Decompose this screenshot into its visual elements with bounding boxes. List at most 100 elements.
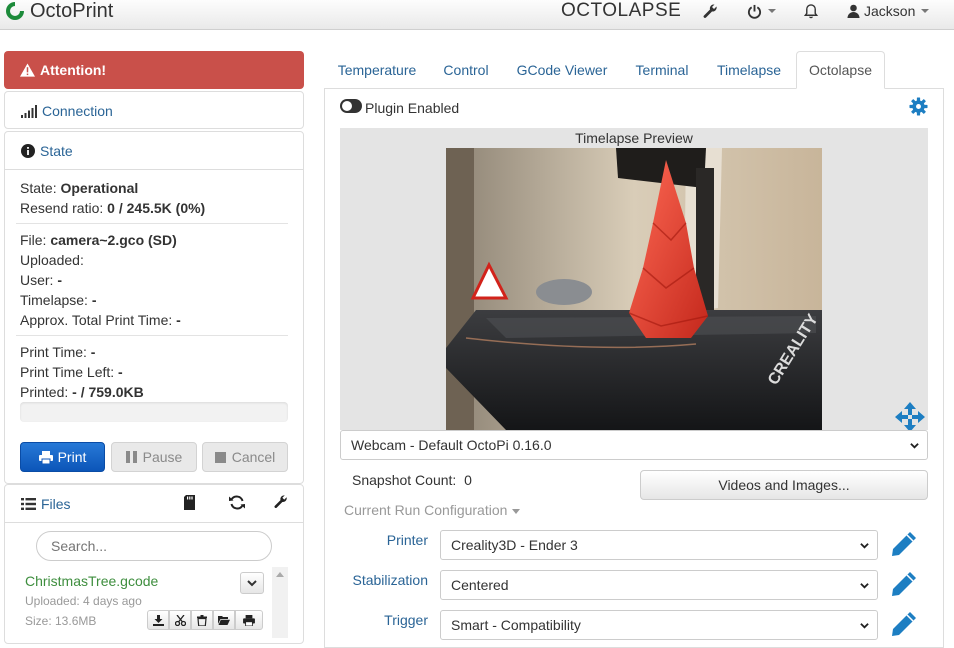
edit-trigger-pencil-icon[interactable] — [890, 610, 918, 638]
pause-button[interactable]: Pause — [111, 442, 197, 472]
file-load-button[interactable] — [213, 610, 235, 630]
chevron-down-icon — [860, 543, 869, 549]
total-time-key: Approx. Total Print Time: — [20, 312, 173, 328]
chevron-down-icon — [768, 9, 776, 13]
trigger-select-value: Smart - Compatibility — [451, 617, 581, 633]
chevron-down-icon — [247, 579, 257, 586]
edit-printer-pencil-icon[interactable] — [890, 530, 918, 558]
run-config-toggle[interactable]: Current Run Configuration — [344, 502, 521, 518]
stabilization-select[interactable]: Centered — [440, 570, 878, 600]
attention-panel[interactable]: Attention! — [4, 51, 304, 89]
edit-stabilization-pencil-icon[interactable] — [890, 570, 918, 598]
file-print-button[interactable] — [235, 610, 263, 630]
stop-icon — [214, 451, 226, 463]
trigger-label[interactable]: Trigger — [340, 612, 428, 628]
state-heading[interactable]: State — [5, 132, 303, 170]
wrench-icon[interactable] — [702, 0, 718, 22]
pause-icon — [125, 451, 137, 463]
download-icon — [152, 614, 164, 626]
tab-timelapse[interactable]: Timelapse — [702, 51, 796, 89]
user-row: User: - — [20, 272, 62, 288]
scissors-icon — [174, 614, 186, 626]
file-delete-button[interactable] — [191, 610, 213, 630]
total-time-value: - — [176, 312, 181, 328]
sd-card-icon[interactable] — [184, 495, 195, 510]
gear-icon[interactable] — [909, 97, 928, 116]
state-value: Operational — [60, 180, 139, 196]
info-icon — [21, 143, 35, 158]
user-menu[interactable]: Jackson — [847, 0, 930, 22]
printer-icon — [38, 450, 53, 464]
files-heading[interactable]: Files — [5, 485, 303, 523]
caret-down-icon — [512, 508, 521, 514]
octoprint-logo-icon — [6, 2, 24, 20]
print-time-key: Print Time: — [20, 344, 87, 360]
printer-icon — [243, 614, 255, 626]
brand[interactable]: OctoPrint — [4, 0, 113, 22]
cancel-button[interactable]: Cancel — [202, 442, 288, 472]
tab-terminal[interactable]: Terminal — [622, 51, 702, 89]
print-button[interactable]: Print — [20, 442, 105, 472]
state-row: State: Operational — [20, 180, 138, 196]
chevron-down-icon — [860, 623, 869, 629]
state-label: State — [40, 142, 73, 159]
webcam-select[interactable]: Webcam - Default OctoPi 0.16.0 — [340, 430, 928, 460]
wrench-icon[interactable] — [273, 494, 288, 509]
timelapse-row: Timelapse: - — [20, 292, 97, 308]
print-progress-bar — [20, 402, 288, 422]
tab-control[interactable]: Control — [430, 51, 502, 89]
tab-temperature[interactable]: Temperature — [324, 51, 430, 89]
user-key: User: — [20, 272, 54, 288]
chevron-down-icon — [910, 443, 919, 449]
printer-select[interactable]: Creality3D - Ender 3 — [440, 530, 878, 560]
attention-label: Attention! — [40, 62, 107, 78]
file-row: File: camera~2.gco (SD) — [20, 232, 177, 248]
navbar: OctoPrint OCTOLAPSE Jackson — [0, 0, 954, 30]
file-item-size: Size: 13.6MB — [25, 614, 97, 628]
resend-row: Resend ratio: 0 / 245.5K (0%) — [20, 200, 205, 216]
plugin-enabled-toggle[interactable] — [340, 99, 362, 113]
timelapse-key: Timelapse: — [20, 292, 88, 308]
file-key: File: — [20, 232, 47, 248]
refresh-icon[interactable] — [229, 495, 245, 510]
file-expand-button[interactable] — [240, 572, 264, 594]
time-left-row: Print Time Left: - — [20, 364, 123, 380]
power-menu[interactable] — [747, 0, 776, 22]
connection-panel: Connection — [4, 91, 304, 129]
connection-label: Connection — [42, 103, 113, 119]
nav-title[interactable]: OCTOLAPSE — [561, 0, 681, 22]
power-icon — [747, 4, 762, 19]
files-search-input[interactable] — [36, 531, 272, 561]
videos-and-images-button[interactable]: Videos and Images... — [640, 470, 928, 500]
trigger-select[interactable]: Smart - Compatibility — [440, 610, 878, 640]
cancel-label: Cancel — [231, 449, 276, 465]
files-label: Files — [41, 495, 71, 512]
tab-octolapse[interactable]: Octolapse — [796, 51, 885, 89]
divider — [16, 335, 288, 336]
bell-icon[interactable] — [804, 0, 818, 22]
move-icon[interactable] — [895, 402, 925, 432]
snapshot-count-value: 0 — [464, 472, 472, 488]
stabilization-label[interactable]: Stabilization — [340, 572, 429, 588]
timelapse-value: - — [91, 292, 97, 308]
plugin-enabled-label: Plugin Enabled — [365, 100, 460, 116]
tab-gcode-viewer[interactable]: GCode Viewer — [502, 51, 622, 89]
total-time-row: Approx. Total Print Time: - — [20, 312, 181, 328]
connection-heading[interactable]: Connection — [5, 92, 303, 130]
run-config-label: Current Run Configuration — [344, 502, 508, 518]
printed-value: - / 759.0KB — [72, 384, 144, 400]
chevron-down-icon — [860, 583, 869, 589]
divider — [16, 223, 288, 224]
resend-value: 0 / 245.5K (0%) — [107, 200, 206, 216]
pause-label: Pause — [142, 449, 183, 465]
snapshot-count: Snapshot Count: 0 — [352, 472, 472, 488]
files-scrollbar[interactable] — [272, 567, 288, 638]
file-cut-button[interactable] — [169, 610, 191, 630]
printer-label[interactable]: Printer — [340, 532, 428, 548]
chevron-down-icon — [921, 9, 930, 13]
brand-name: OctoPrint — [30, 0, 114, 22]
list-icon — [21, 497, 36, 510]
file-item-name[interactable]: ChristmasTree.gcode — [25, 573, 158, 589]
file-download-button[interactable] — [147, 610, 169, 630]
signal-icon — [21, 104, 37, 118]
